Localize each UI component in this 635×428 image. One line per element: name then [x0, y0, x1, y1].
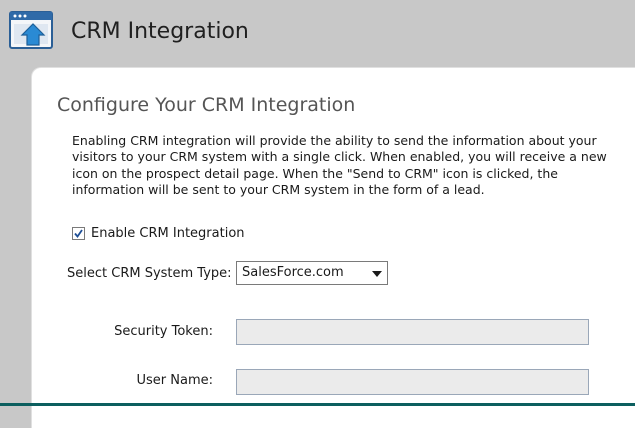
crm-type-value: SalesForce.com — [242, 265, 344, 280]
panel-heading: Configure Your CRM Integration — [57, 94, 356, 116]
window-upload-icon — [9, 11, 53, 51]
enable-crm-checkbox[interactable] — [72, 226, 85, 240]
user-name-input[interactable] — [236, 369, 589, 395]
crm-type-select[interactable]: SalesForce.com — [236, 261, 388, 285]
security-token-label: Security Token: — [114, 324, 213, 339]
enable-crm-label[interactable]: Enable CRM Integration — [91, 226, 245, 241]
enable-crm-row[interactable]: Enable CRM Integration — [72, 224, 245, 242]
integration-description: Enabling CRM integration will provide th… — [72, 133, 607, 197]
page-title: CRM Integration — [71, 19, 249, 44]
app-header: CRM Integration — [0, 0, 635, 66]
user-name-label: User Name: — [136, 373, 214, 388]
crm-type-label: Select CRM System Type: — [67, 266, 232, 281]
checkmark-icon — [74, 228, 83, 238]
chevron-down-icon — [372, 271, 382, 277]
security-token-input[interactable] — [236, 319, 589, 345]
